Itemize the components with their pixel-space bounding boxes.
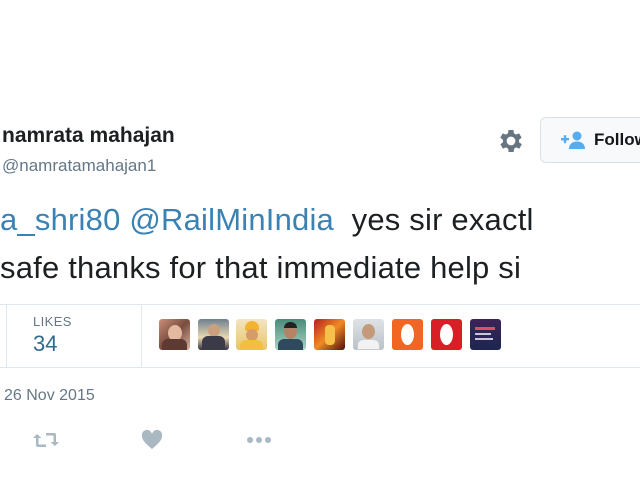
tweet-date[interactable]: 26 Nov 2015 bbox=[4, 387, 95, 405]
liker-avatar[interactable] bbox=[353, 319, 384, 350]
gear-icon[interactable] bbox=[496, 126, 526, 156]
liker-avatar[interactable] bbox=[275, 319, 306, 350]
display-name[interactable]: namrata mahajan bbox=[2, 124, 175, 148]
follow-label: Follow bbox=[594, 130, 640, 149]
liker-avatar[interactable] bbox=[314, 319, 345, 350]
divider bbox=[6, 305, 7, 367]
mention-link[interactable]: a_shri80 bbox=[0, 202, 121, 237]
heart-icon[interactable] bbox=[140, 428, 164, 452]
likes-count[interactable]: 34 bbox=[33, 331, 57, 357]
more-dots-icon[interactable] bbox=[245, 428, 275, 452]
user-handle[interactable]: @namratamahajan1 bbox=[2, 156, 156, 176]
liker-avatar[interactable] bbox=[392, 319, 423, 350]
add-person-icon bbox=[561, 131, 585, 149]
liker-avatar[interactable] bbox=[159, 319, 190, 350]
follow-button[interactable]: Follow bbox=[540, 117, 640, 163]
tweet-text-line-2: safe thanks for that immediate help si bbox=[0, 250, 521, 286]
tweet-text-line-1: a_shri80 @RailMinIndia yes sir exactl bbox=[0, 202, 534, 238]
tweet-text: safe thanks for that immediate help si bbox=[0, 250, 522, 285]
mention-link[interactable]: @RailMinIndia bbox=[129, 202, 334, 237]
tweet-text: yes sir exactl bbox=[351, 202, 534, 237]
liker-avatar[interactable] bbox=[236, 319, 267, 350]
liker-avatar[interactable] bbox=[470, 319, 501, 350]
likes-label: LIKES bbox=[33, 314, 72, 329]
divider bbox=[0, 367, 640, 368]
divider bbox=[141, 305, 142, 367]
liker-avatar[interactable] bbox=[431, 319, 462, 350]
liker-avatar[interactable] bbox=[198, 319, 229, 350]
retweet-icon[interactable] bbox=[32, 428, 60, 452]
divider bbox=[0, 304, 640, 305]
